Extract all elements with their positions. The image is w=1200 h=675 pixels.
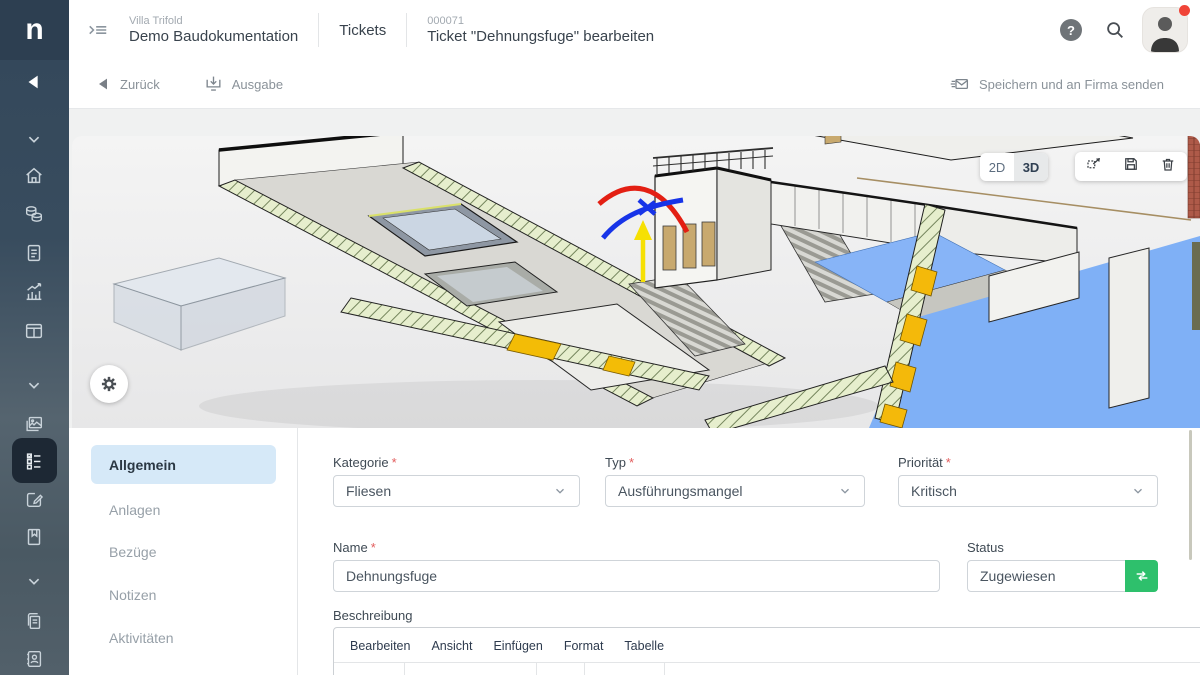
save-icon[interactable] xyxy=(1122,155,1140,178)
chevron-down-icon xyxy=(1131,484,1145,498)
top-header: Villa Trifold Demo Baudokumentation Tick… xyxy=(69,0,1200,61)
edit-icon[interactable] xyxy=(21,486,47,512)
status-label: Status xyxy=(967,540,1004,555)
images-icon[interactable] xyxy=(21,411,47,437)
menu-ansicht[interactable]: Ansicht xyxy=(431,639,472,653)
action-toolbar: Zurück Ausgabe Speichern und an Firma se… xyxy=(69,60,1200,109)
breadcrumb-tickets[interactable]: Tickets xyxy=(339,22,386,39)
editor-menubar: Bearbeiten Ansicht Einfügen Format Tabel… xyxy=(334,628,1200,662)
chevron-down-icon xyxy=(553,484,567,498)
document-icon[interactable] xyxy=(21,240,47,266)
status-input[interactable] xyxy=(967,560,1126,592)
page-title: Ticket "Dehnungsfuge" bearbeiten xyxy=(427,28,654,46)
save-send-label: Speichern und an Firma senden xyxy=(979,77,1164,92)
kategorie-label: Kategorie* xyxy=(333,455,397,470)
name-label: Name* xyxy=(333,540,376,555)
output-label: Ausgabe xyxy=(232,77,283,92)
toggle-2d-button[interactable]: 2D xyxy=(980,153,1014,181)
expand-icon[interactable] xyxy=(1085,155,1103,178)
ticket-detail-panel: Allgemein Anlagen Bezüge Notizen Aktivit… xyxy=(69,428,1200,675)
toggle-3d-button[interactable]: 3D xyxy=(1014,153,1048,181)
chevron-down-icon[interactable] xyxy=(21,568,47,594)
notification-dot xyxy=(1179,5,1190,16)
help-icon[interactable]: ? xyxy=(1060,19,1082,41)
window-icon[interactable] xyxy=(21,318,47,344)
chevron-down-icon xyxy=(838,484,852,498)
ticket-number: 000071 xyxy=(427,15,654,28)
kategorie-select[interactable]: Fliesen xyxy=(333,475,580,507)
contacts-icon[interactable] xyxy=(21,646,47,672)
swap-arrows-icon xyxy=(1134,568,1150,584)
menu-format[interactable]: Format xyxy=(564,639,604,653)
status-change-button[interactable] xyxy=(1125,560,1158,592)
back-label: Zurück xyxy=(120,77,160,92)
save-and-send-button[interactable]: Speichern und an Firma senden xyxy=(949,75,1164,93)
tab-allgemein[interactable]: Allgemein xyxy=(91,445,276,484)
beschreibung-label: Beschreibung xyxy=(333,608,413,623)
model-viewer[interactable]: 2D 3D xyxy=(69,108,1200,428)
name-input[interactable] xyxy=(333,560,940,592)
output-button[interactable]: Ausgabe xyxy=(204,75,283,94)
back-button[interactable]: Zurück xyxy=(95,76,160,92)
chevron-down-icon[interactable] xyxy=(21,126,47,152)
gear-icon xyxy=(99,374,119,394)
chart-icon[interactable] xyxy=(21,279,47,305)
project-switcher[interactable]: Villa Trifold Demo Baudokumentation xyxy=(129,15,298,46)
logo-letter: n xyxy=(25,13,43,47)
avatar[interactable] xyxy=(1142,7,1188,53)
dimension-toggle: 2D 3D xyxy=(980,153,1048,181)
page-scrollbar[interactable] xyxy=(1189,430,1192,560)
prioritaet-value: Kritisch xyxy=(911,483,957,499)
project-title: Demo Baudokumentation xyxy=(129,28,298,46)
beschreibung-editor[interactable]: Bearbeiten Ansicht Einfügen Format Tabel… xyxy=(333,627,1200,675)
typ-select[interactable]: Ausführungsmangel xyxy=(605,475,865,507)
menu-tabelle[interactable]: Tabelle xyxy=(624,639,664,653)
panel-divider xyxy=(297,428,298,675)
viewer-settings-button[interactable] xyxy=(90,365,128,403)
tab-anlagen[interactable]: Anlagen xyxy=(91,490,276,529)
app-logo[interactable]: n xyxy=(0,0,69,60)
search-icon[interactable] xyxy=(1104,19,1126,41)
sidebar: n xyxy=(0,0,69,675)
menu-einfuegen[interactable]: Einfügen xyxy=(493,639,542,653)
tab-bezuege[interactable]: Bezüge xyxy=(91,532,276,571)
chevron-down-icon[interactable] xyxy=(21,372,47,398)
menu-bearbeiten[interactable]: Bearbeiten xyxy=(350,639,410,653)
typ-label: Typ* xyxy=(605,455,634,470)
bookmark-icon[interactable] xyxy=(21,524,47,550)
copy-icon[interactable] xyxy=(21,608,47,634)
collapse-icon[interactable] xyxy=(85,17,111,43)
home-icon[interactable] xyxy=(21,163,47,189)
prioritaet-label: Priorität* xyxy=(898,455,951,470)
editor-toolbar-partial xyxy=(334,662,1200,675)
trash-icon[interactable] xyxy=(1159,155,1177,178)
header-divider xyxy=(406,13,407,47)
prioritaet-select[interactable]: Kritisch xyxy=(898,475,1158,507)
tab-aktivitaeten[interactable]: Aktivitäten xyxy=(91,618,276,657)
ticket-breadcrumb: 000071 Ticket "Dehnungsfuge" bearbeiten xyxy=(427,15,654,46)
viewer-icon-group xyxy=(1075,152,1187,181)
typ-value: Ausführungsmangel xyxy=(618,483,743,499)
sidebar-back-icon[interactable] xyxy=(21,69,47,95)
tab-notizen[interactable]: Notizen xyxy=(91,575,276,614)
project-subtitle: Villa Trifold xyxy=(129,15,298,28)
kategorie-value: Fliesen xyxy=(346,483,391,499)
header-divider xyxy=(318,13,319,47)
database-icon[interactable] xyxy=(21,201,47,227)
checklist-icon[interactable] xyxy=(21,448,47,474)
